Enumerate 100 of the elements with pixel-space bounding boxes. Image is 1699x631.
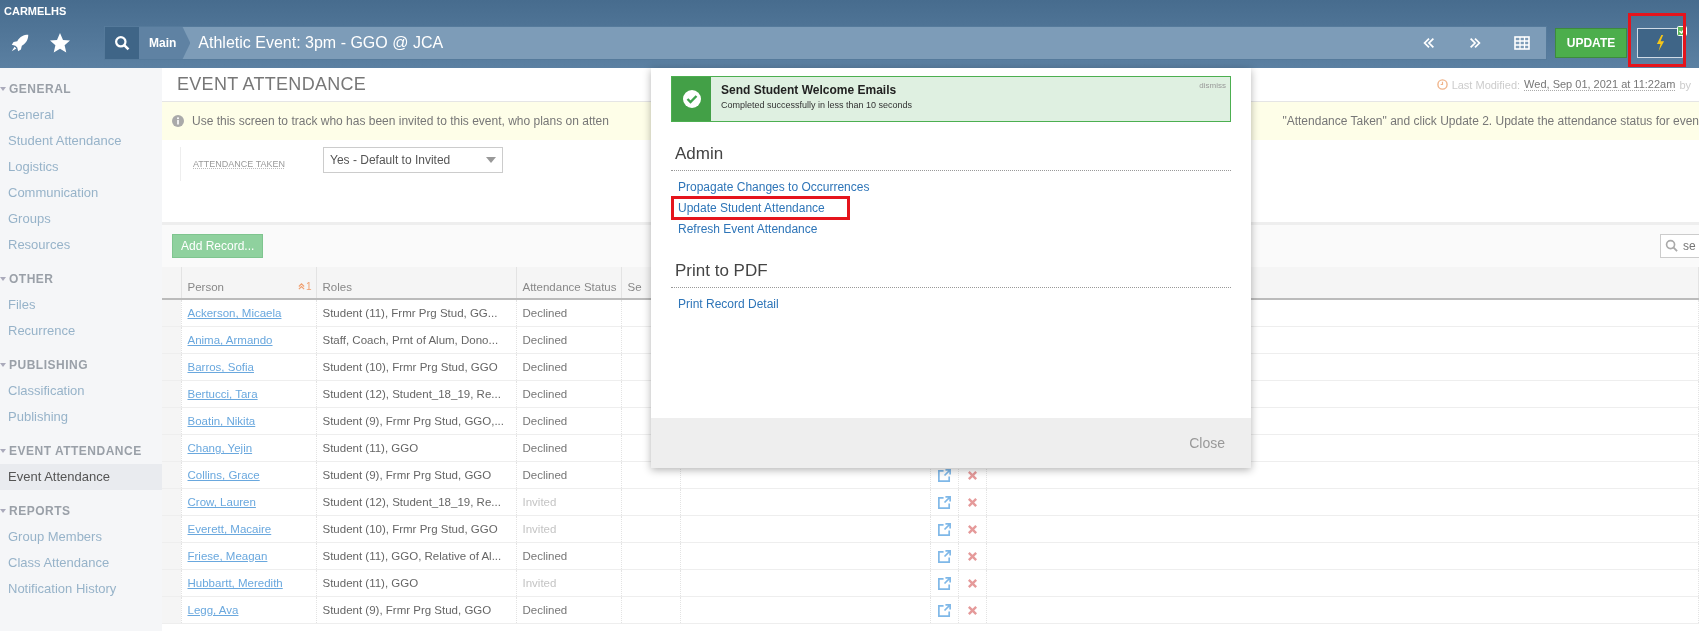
clock-icon (1436, 79, 1448, 90)
caret-icon (0, 86, 6, 92)
table-cell: Student (9), Frmr Prg Stud, GGO,... (316, 407, 516, 435)
info-icon (172, 115, 184, 127)
action-link[interactable]: Update Student Attendance (671, 195, 850, 220)
table-cell: Student (11), GGO (316, 569, 516, 597)
sidebar-item[interactable]: Files (0, 292, 162, 318)
table-cell: Declined (516, 380, 621, 408)
double-right-icon[interactable] (1468, 36, 1482, 50)
table-cell: Declined (516, 461, 621, 489)
open-link-icon[interactable] (936, 575, 952, 591)
person-link[interactable]: Hubbartt, Meredith (187, 577, 283, 589)
person-link[interactable]: Ackerson, Micaela (187, 307, 282, 319)
column-header[interactable]: Roles (316, 267, 516, 299)
table-cell: Declined (516, 407, 621, 435)
star-icon[interactable] (48, 31, 72, 55)
column-header[interactable]: Attendance Status (516, 267, 621, 299)
table-cell: Student (11), GGO, Relative of Al... (316, 542, 516, 570)
highlight-frame (1628, 13, 1686, 67)
table-cell: Invited (516, 488, 621, 516)
person-link[interactable]: Collins, Grace (187, 469, 260, 481)
table-cell: Invited (516, 569, 621, 597)
double-left-icon[interactable] (1422, 36, 1436, 50)
delete-icon[interactable] (966, 551, 978, 563)
sidebar-item[interactable]: Classification (0, 378, 162, 404)
sidebar-item[interactable]: Recurrence (0, 318, 162, 344)
delete-icon[interactable] (966, 605, 978, 617)
sidebar-item[interactable]: Class Attendance (0, 550, 162, 576)
close-button[interactable]: Close (1183, 434, 1231, 452)
table-cell: Student (10), Frmr Prg Stud, GGO (316, 353, 516, 381)
table-cell: Declined (516, 326, 621, 354)
notice-message: Completed successfully in less than 10 seconds (721, 100, 913, 110)
caret-icon (0, 362, 6, 368)
table-cell: Declined (516, 434, 621, 462)
column-header[interactable]: Person 1 (181, 267, 316, 299)
section-heading: Print to PDF (671, 253, 1231, 288)
open-link-icon[interactable] (936, 467, 952, 483)
open-link-icon[interactable] (936, 521, 952, 537)
sidebar-item[interactable]: Logistics (0, 154, 162, 180)
delete-icon[interactable] (966, 524, 978, 536)
sidebar-item[interactable]: Communication (0, 180, 162, 206)
app-name: CARMELHS (3, 4, 68, 19)
person-link[interactable]: Friese, Meagan (187, 550, 268, 562)
table-cell: Student (12), Student_18_19, Re... (316, 488, 516, 516)
person-link[interactable]: Legg, Ava (187, 604, 239, 616)
caret-icon (0, 508, 6, 514)
dismiss-link[interactable]: dismiss (1199, 81, 1226, 90)
attendance-taken-label: ATTENDANCE TAKEN (180, 147, 303, 181)
sidebar-item[interactable]: Resources (0, 232, 162, 258)
rocket-icon[interactable] (9, 32, 31, 54)
sidebar-section-title[interactable]: GENERAL (0, 76, 162, 102)
attendance-select[interactable]: Yes - Default to Invited (323, 147, 503, 173)
table-cell: Declined (516, 542, 621, 570)
sidebar-item[interactable]: Publishing (0, 404, 162, 430)
action-link[interactable]: Print Record Detail (671, 291, 786, 316)
person-link[interactable]: Chang, Yejin (187, 442, 253, 454)
person-link[interactable]: Barros, Sofia (187, 361, 254, 373)
info-text: Use this screen to track who has been invited to this event, who plans on atten (192, 114, 609, 128)
table-cell: Student (9), Frmr Prg Stud, GGO (316, 461, 516, 489)
person-link[interactable]: Crow, Lauren (187, 496, 256, 508)
sort-chevron-icon (297, 283, 305, 290)
last-modified-date: Wed, Sep 01, 2021 at 11:22am (1524, 78, 1676, 91)
delete-icon[interactable] (966, 578, 978, 590)
sidebar-item[interactable]: Event Attendance (0, 464, 162, 490)
sidebar-section-title[interactable]: OTHER (0, 266, 162, 292)
person-link[interactable]: Boatin, Nikita (187, 415, 256, 427)
caret-icon (0, 448, 6, 454)
delete-icon[interactable] (966, 470, 978, 482)
breadcrumb-chip[interactable]: Main (139, 27, 191, 59)
sidebar-item[interactable]: Groups (0, 206, 162, 232)
person-link[interactable]: Bertucci, Tara (187, 388, 258, 400)
search-icon (113, 34, 131, 52)
sidebar-section-title[interactable]: EVENT ATTENDANCE (0, 438, 162, 464)
person-link[interactable]: Everett, Macaire (187, 523, 272, 535)
sidebar-section-title[interactable]: PUBLISHING (0, 352, 162, 378)
open-link-icon[interactable] (936, 602, 952, 618)
sort-order: 1 (305, 281, 312, 292)
table-cell: Student (9), Frmr Prg Stud, GGO (316, 596, 516, 624)
sidebar-item[interactable]: Notification History (0, 576, 162, 602)
table-cell: Student (12), Student_18_19, Re... (316, 380, 516, 408)
add-record-button[interactable]: Add Record... (172, 234, 264, 258)
page-title: EVENT ATTENDANCE (177, 74, 367, 95)
check-circle-icon (681, 89, 702, 109)
person-link[interactable]: Anima, Armando (187, 334, 273, 346)
sidebar-item[interactable]: Group Members (0, 524, 162, 550)
sidebar-item[interactable]: General (0, 102, 162, 128)
table-cell: Declined (516, 299, 621, 327)
open-link-icon[interactable] (936, 548, 952, 564)
sidebar-section-title[interactable]: REPORTS (0, 498, 162, 524)
table-cell: Student (10), Frmr Prg Stud, GGO (316, 515, 516, 543)
record-title: Athletic Event: 3pm - GGO @ JCA (198, 34, 444, 52)
table-cell: Student (11), Frmr Prg Stud, GG... (316, 299, 516, 327)
search-button[interactable] (105, 27, 139, 59)
open-link-icon[interactable] (936, 494, 952, 510)
delete-icon[interactable] (966, 497, 978, 509)
sidebar-item[interactable]: Student Attendance (0, 128, 162, 154)
search-field[interactable]: se (1660, 234, 1699, 258)
actions-button[interactable] (1637, 28, 1683, 58)
update-button[interactable]: UPDATE (1555, 28, 1627, 58)
grid-icon[interactable] (1514, 36, 1530, 50)
